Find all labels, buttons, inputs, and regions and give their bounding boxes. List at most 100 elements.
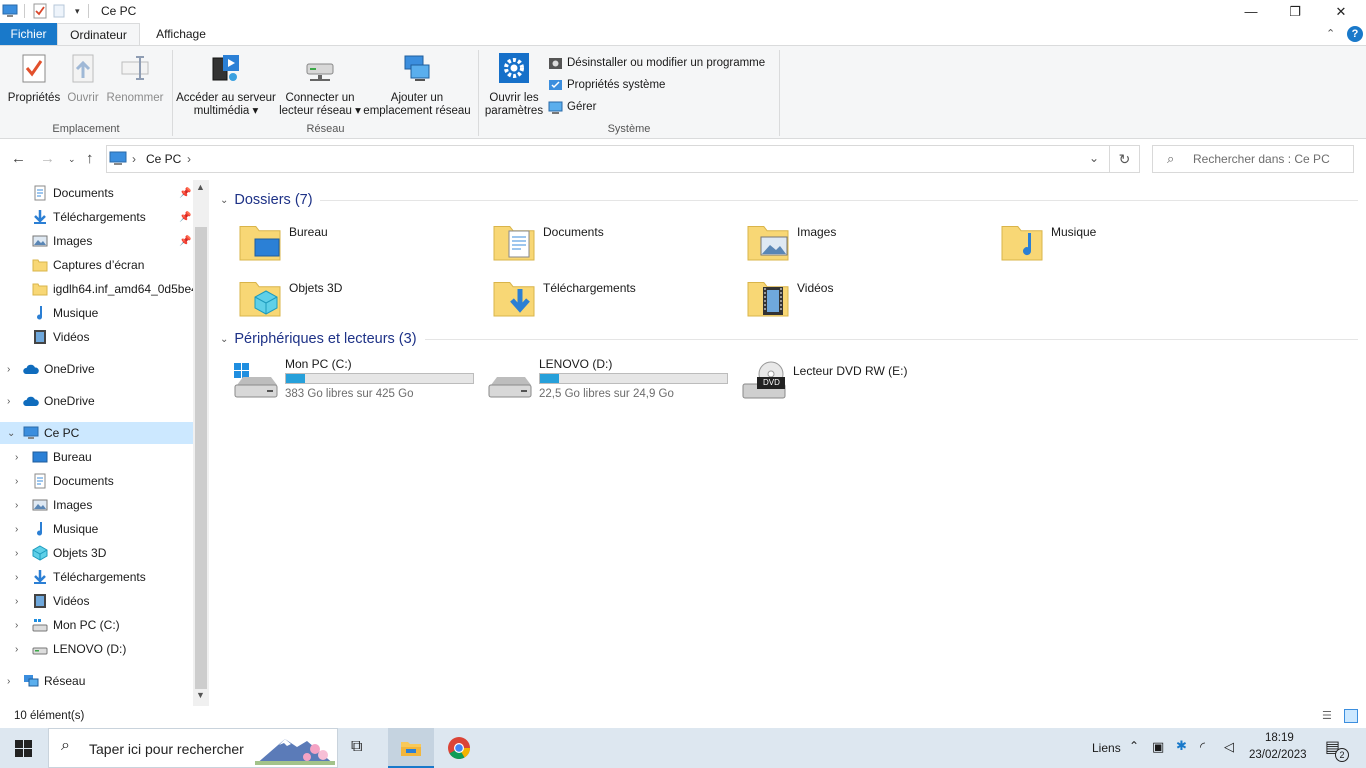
- maximize-button[interactable]: ❐: [1272, 0, 1318, 23]
- chevron-right-icon[interactable]: ›: [15, 572, 18, 583]
- tab-view[interactable]: Affichage: [140, 23, 222, 46]
- nav-quick-item[interactable]: Musique: [0, 302, 193, 324]
- nav-quick-item[interactable]: Images 📌: [0, 230, 193, 252]
- media-server-button[interactable]: Accéder au serveur multimédia ▾: [176, 52, 276, 118]
- folder-item[interactable]: Vidéos: [747, 275, 997, 325]
- nav-pc-child[interactable]: › Bureau: [0, 446, 193, 468]
- taskbar-search-box[interactable]: ⌕ Taper ici pour rechercher: [48, 728, 338, 768]
- nav-quick-item[interactable]: Documents 📌: [0, 182, 193, 204]
- breadcrumb-ce-pc[interactable]: Ce PC: [146, 152, 181, 166]
- nav-this-pc[interactable]: ⌄ Ce PC: [0, 422, 193, 444]
- map-network-drive-button[interactable]: Connecter un lecteur réseau ▾: [279, 52, 361, 118]
- nav-pc-child[interactable]: › Téléchargements: [0, 566, 193, 588]
- search-input[interactable]: Rechercher dans : Ce PC: [1193, 152, 1330, 166]
- nav-pc-child[interactable]: › LENOVO (D:): [0, 638, 193, 660]
- bluetooth-icon[interactable]: ✱: [1176, 738, 1187, 754]
- nav-scrollbar-thumb[interactable]: [195, 227, 207, 689]
- chevron-right-icon[interactable]: ›: [15, 596, 18, 607]
- folder-item[interactable]: Documents: [493, 219, 743, 269]
- scroll-down-icon[interactable]: ▼: [196, 690, 205, 700]
- folders-section-header[interactable]: ⌄ Dossiers (7): [220, 190, 1358, 210]
- chrome-icon[interactable]: [447, 736, 471, 760]
- recent-locations-button[interactable]: ⌄: [68, 154, 76, 165]
- details-view-icon[interactable]: ☰: [1322, 709, 1332, 722]
- chevron-right-icon[interactable]: ›: [7, 396, 10, 407]
- clock-time[interactable]: 18:19: [1265, 732, 1294, 744]
- nav-onedrive-2[interactable]: › OneDrive: [0, 390, 193, 412]
- minimize-button[interactable]: —: [1228, 0, 1274, 23]
- customize-quick-access-icon[interactable]: ▾: [75, 6, 80, 17]
- nav-pc-child[interactable]: › Images: [0, 494, 193, 516]
- tab-computer[interactable]: Ordinateur: [57, 23, 140, 46]
- nav-pc-child[interactable]: › Documents: [0, 470, 193, 492]
- manage-button[interactable]: Gérer: [548, 99, 596, 115]
- nav-pc-child[interactable]: › Objets 3D: [0, 542, 193, 564]
- breadcrumb-separator[interactable]: ›: [132, 152, 136, 166]
- meet-now-icon[interactable]: ▣: [1152, 739, 1164, 755]
- help-icon[interactable]: ?: [1347, 26, 1363, 42]
- links-toolbar[interactable]: Liens: [1092, 741, 1121, 755]
- close-button[interactable]: ✕: [1318, 0, 1364, 23]
- up-button[interactable]: ↑: [86, 150, 94, 167]
- nav-quick-item[interactable]: Vidéos: [0, 326, 193, 348]
- chevron-right-icon[interactable]: ›: [15, 548, 18, 559]
- chevron-right-icon[interactable]: ›: [15, 452, 18, 463]
- folder-item[interactable]: Téléchargements: [493, 275, 743, 325]
- chevron-down-icon[interactable]: ⌄: [7, 428, 15, 439]
- windows-start-icon[interactable]: [15, 740, 32, 757]
- nav-pc-child[interactable]: › Vidéos: [0, 590, 193, 612]
- breadcrumb-separator[interactable]: ›: [187, 152, 191, 166]
- volume-icon[interactable]: ◁: [1224, 739, 1234, 755]
- devices-section-header[interactable]: ⌄ Périphériques et lecteurs (3): [220, 329, 1358, 349]
- nav-onedrive-1[interactable]: › OneDrive: [0, 358, 193, 380]
- nav-pc-child[interactable]: › Musique: [0, 518, 193, 540]
- folder-item[interactable]: Musique: [1001, 219, 1251, 269]
- back-button[interactable]: ←: [11, 150, 26, 167]
- nav-quick-item[interactable]: igdlh64.inf_amd64_0d5be4: [0, 278, 193, 300]
- search-box[interactable]: ⌕ Rechercher dans : Ce PC: [1152, 145, 1354, 173]
- system-properties-button[interactable]: Propriétés système: [548, 77, 665, 93]
- scroll-up-icon[interactable]: ▲: [196, 182, 205, 192]
- open-settings-button[interactable]: Ouvrir les paramètres: [484, 52, 544, 118]
- chevron-right-icon[interactable]: ›: [15, 524, 18, 535]
- new-folder-quick-icon[interactable]: [53, 4, 65, 18]
- show-hidden-icons[interactable]: ⌃: [1129, 739, 1139, 753]
- nav-network[interactable]: › Réseau: [0, 670, 193, 692]
- taskbar-explorer-button[interactable]: [388, 728, 434, 768]
- chevron-right-icon[interactable]: ›: [7, 676, 10, 687]
- large-icons-view-icon[interactable]: [1344, 709, 1358, 723]
- add-network-location-button[interactable]: Ajouter un emplacement réseau: [363, 52, 471, 118]
- computer-icon[interactable]: [2, 4, 18, 18]
- chevron-right-icon[interactable]: ›: [15, 644, 18, 655]
- clock-date[interactable]: 23/02/2023: [1249, 749, 1307, 761]
- properties-quick-icon[interactable]: [33, 3, 47, 19]
- drive-item[interactable]: Mon PC (C:) 383 Go libres sur 425 Go: [233, 357, 483, 405]
- address-history-dropdown[interactable]: ⌄: [1089, 151, 1099, 165]
- collapse-ribbon-icon[interactable]: ⌃: [1326, 27, 1335, 40]
- rename-button[interactable]: Renommer: [104, 52, 166, 105]
- chevron-right-icon[interactable]: ›: [15, 620, 18, 631]
- nav-quick-item[interactable]: Captures d’écran: [0, 254, 193, 276]
- uninstall-program-button[interactable]: Désinstaller ou modifier un programme: [548, 55, 765, 71]
- chevron-right-icon[interactable]: ›: [15, 500, 18, 511]
- drive-item[interactable]: LENOVO (D:) 22,5 Go libres sur 24,9 Go: [487, 357, 737, 405]
- chevron-right-icon[interactable]: ›: [7, 364, 10, 375]
- folder-item[interactable]: Images: [747, 219, 997, 269]
- pin-icon[interactable]: 📌: [179, 212, 191, 223]
- pin-icon[interactable]: 📌: [179, 188, 191, 199]
- pin-icon[interactable]: 📌: [179, 236, 191, 247]
- chevron-right-icon[interactable]: ›: [15, 476, 18, 487]
- dvd-drive-item[interactable]: DVD Lecteur DVD RW (E:): [741, 360, 991, 408]
- folder-item[interactable]: Bureau: [239, 219, 489, 269]
- tab-file[interactable]: Fichier: [0, 23, 57, 46]
- folder-item[interactable]: Objets 3D: [239, 275, 489, 325]
- address-bar[interactable]: › Ce PC › ⌄: [106, 145, 1110, 173]
- properties-button[interactable]: Propriétés: [6, 52, 62, 105]
- task-view-icon[interactable]: ⧉: [351, 738, 362, 756]
- taskbar-search-input[interactable]: Taper ici pour rechercher: [89, 741, 244, 757]
- wifi-icon[interactable]: ◜: [1200, 739, 1205, 755]
- forward-button[interactable]: →: [40, 150, 55, 167]
- refresh-button[interactable]: ↻: [1110, 145, 1140, 173]
- nav-pc-child[interactable]: › Mon PC (C:): [0, 614, 193, 636]
- open-button[interactable]: Ouvrir: [64, 52, 102, 105]
